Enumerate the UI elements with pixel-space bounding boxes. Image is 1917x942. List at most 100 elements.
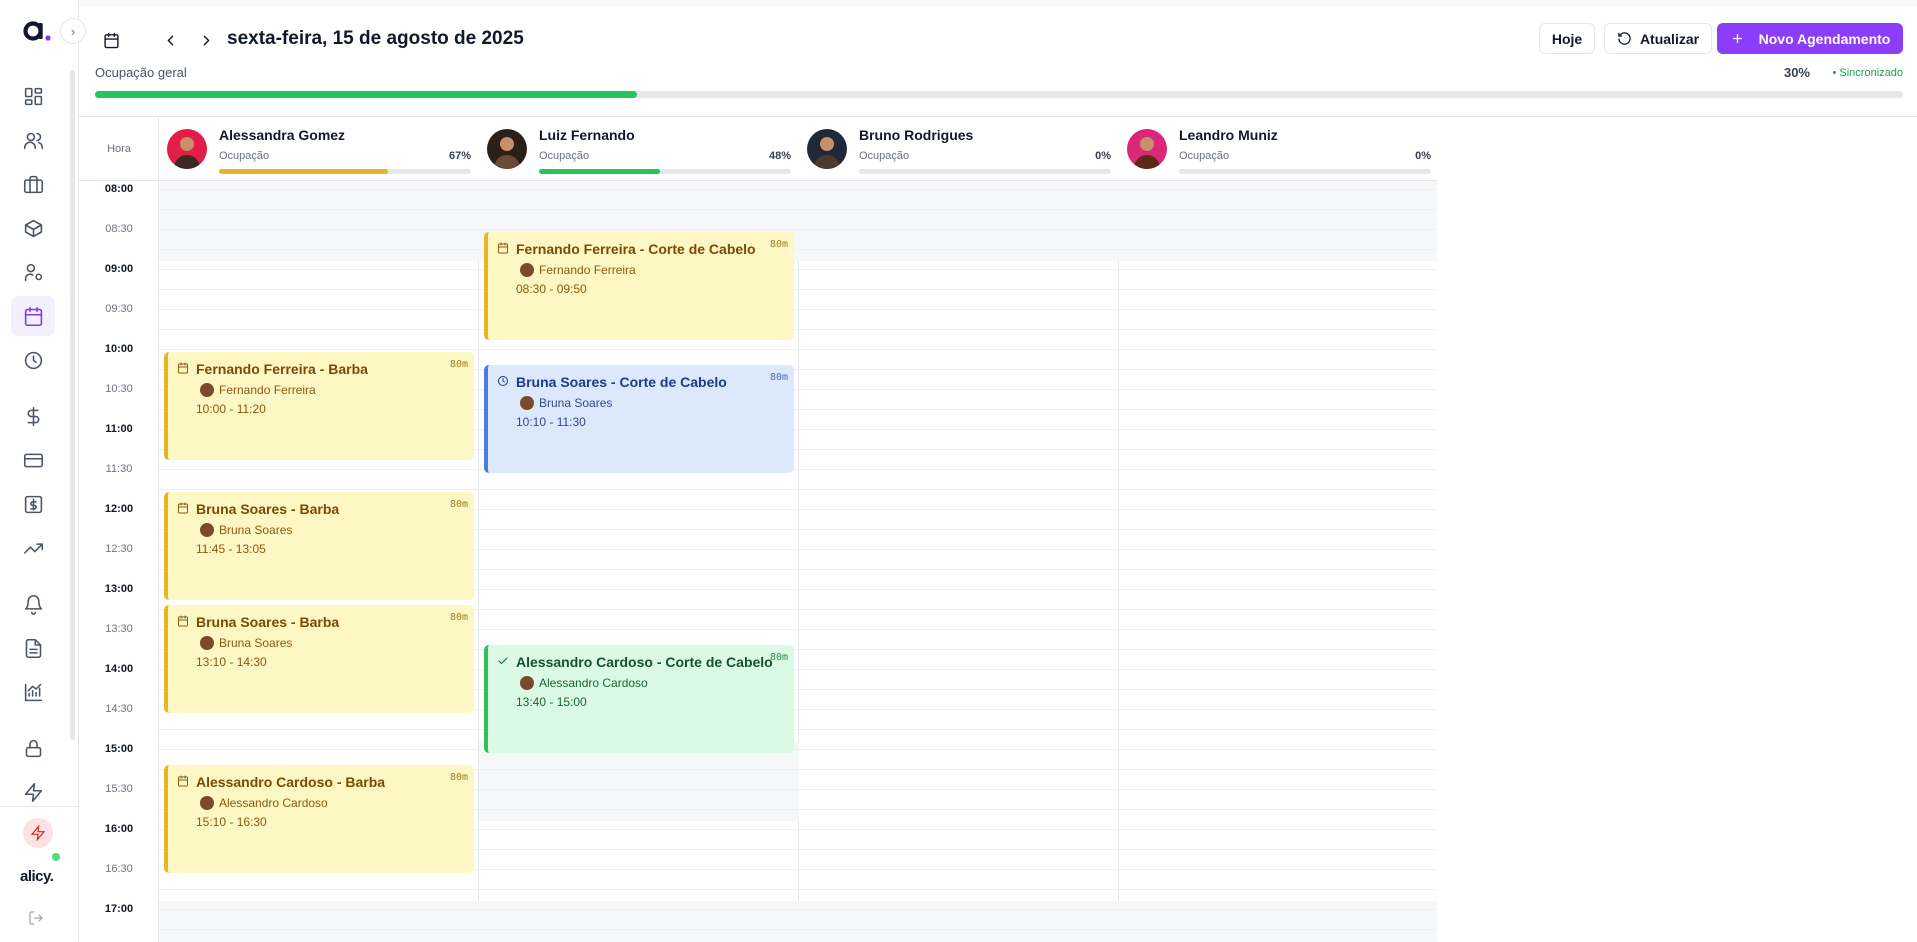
grid-line xyxy=(479,569,799,570)
next-day-chevron-right-icon[interactable] xyxy=(194,28,218,52)
dollar-icon[interactable] xyxy=(11,396,55,436)
professional-avatar xyxy=(487,129,527,169)
time-column: Hora 08:00 08:30 09:00 09:30 10:00 10:30 11:00… xyxy=(79,117,159,942)
expand-sidebar-chevron-icon[interactable]: › xyxy=(60,18,86,44)
grid-line xyxy=(799,569,1119,570)
dashboard-icon[interactable] xyxy=(11,76,55,116)
unavailable-slot xyxy=(479,901,799,942)
grid-line xyxy=(479,629,799,630)
grid-line xyxy=(799,709,1119,710)
grid-line xyxy=(1119,549,1439,550)
appointment-title: Bruna Soares - Barba xyxy=(196,501,340,517)
money-bill-icon[interactable] xyxy=(11,484,55,524)
grid-line xyxy=(799,809,1119,810)
sidebar: › alicy. xyxy=(0,0,86,941)
grid-line xyxy=(159,889,479,890)
professional-timeline[interactable]: Fernando Ferreira - Corte de Cabelo 80m … xyxy=(479,181,799,942)
bell-icon[interactable] xyxy=(11,584,55,624)
grid-line xyxy=(799,409,1119,410)
grid-line xyxy=(479,889,799,890)
grid-line xyxy=(159,209,479,210)
grid-line xyxy=(479,829,799,830)
professional-timeline[interactable] xyxy=(799,181,1119,942)
calendar-icon xyxy=(497,241,509,254)
logout-icon[interactable] xyxy=(28,910,48,930)
grid-line xyxy=(1119,289,1439,290)
grid-line xyxy=(799,669,1119,670)
grid-line xyxy=(799,269,1119,270)
appointment-duration: 80m xyxy=(769,239,788,250)
grid-line xyxy=(159,909,479,910)
lock-icon[interactable] xyxy=(11,728,55,768)
grid-line xyxy=(1119,769,1439,770)
calendar-icon xyxy=(177,361,189,374)
chart-icon[interactable] xyxy=(11,672,55,712)
document-icon[interactable] xyxy=(11,628,55,668)
new-appointment-button[interactable]: Novo Agendamento xyxy=(1717,23,1903,54)
professional-occupancy-label: Ocupação xyxy=(219,150,270,162)
appointment-client: Bruna Soares xyxy=(520,396,612,411)
appointment-card[interactable]: Alessandro Cardoso - Barba 80m Alessandr… xyxy=(164,765,474,874)
appointment-card[interactable]: Bruna Soares - Barba 80m Bruna Soares 11… xyxy=(164,492,474,600)
appointment-card[interactable]: Bruna Soares - Corte de Cabelo 80m Bruna… xyxy=(484,365,794,474)
time-label: 13:00 xyxy=(104,583,134,595)
grid-line xyxy=(1119,569,1439,570)
appointment-card[interactable]: Fernando Ferreira - Barba 80m Fernando F… xyxy=(164,352,474,460)
app-logo[interactable] xyxy=(22,16,62,46)
grid-line xyxy=(479,929,799,930)
appointment-time: 13:10 - 14:30 xyxy=(196,655,267,670)
grid-line xyxy=(1119,649,1439,650)
credit-card-icon[interactable] xyxy=(11,440,55,480)
sync-status: • Sincronizado xyxy=(1832,67,1903,79)
appointment-card[interactable]: Alessandro Cardoso - Corte de Cabelo 80m… xyxy=(484,645,794,754)
appointment-card[interactable]: Bruna Soares - Barba 80m Bruna Soares 13… xyxy=(164,605,474,714)
grid-line xyxy=(1119,309,1439,310)
grid-line xyxy=(1119,909,1439,910)
appointment-card[interactable]: Fernando Ferreira - Corte de Cabelo 80m … xyxy=(484,232,794,340)
package-icon[interactable] xyxy=(11,208,55,248)
grid-line xyxy=(799,509,1119,510)
grid-line xyxy=(479,909,799,910)
quick-action-bolt-icon[interactable] xyxy=(23,818,53,848)
calendar-icon[interactable] xyxy=(11,296,55,336)
grid-line xyxy=(1119,489,1439,490)
appointment-title: Alessandro Cardoso - Barba xyxy=(196,774,386,791)
user-cog-icon[interactable] xyxy=(11,252,55,292)
clock-icon[interactable] xyxy=(11,340,55,380)
appointment-client: Alessandro Cardoso xyxy=(520,676,648,691)
briefcase-icon[interactable] xyxy=(11,164,55,204)
prev-day-chevron-left-icon[interactable] xyxy=(158,28,182,52)
refresh-button-label: Atualizar xyxy=(1639,30,1700,47)
professional-occupancy-percent: 0% xyxy=(1095,150,1111,162)
client-avatar xyxy=(200,796,214,811)
grid-line xyxy=(159,289,479,290)
users-icon[interactable] xyxy=(11,120,55,160)
grid-line xyxy=(799,469,1119,470)
date-picker-icon[interactable] xyxy=(99,28,123,52)
professional-header: Alessandra Gomez Ocupação 67% xyxy=(159,117,479,181)
appointment-client: Fernando Ferreira xyxy=(200,383,316,397)
grid-line xyxy=(799,249,1119,250)
time-label: 08:00 xyxy=(104,183,134,195)
grid-line xyxy=(1119,609,1439,610)
grid-line xyxy=(1119,429,1439,430)
appointment-duration: 80m xyxy=(449,772,468,784)
professional-timeline[interactable]: Fernando Ferreira - Barba 80m Fernando F… xyxy=(159,181,479,942)
grid-line xyxy=(799,729,1119,730)
professional-avatar xyxy=(1127,129,1167,169)
grid-line xyxy=(1119,189,1439,190)
grid-line xyxy=(159,349,479,350)
trending-up-icon[interactable] xyxy=(11,528,55,568)
today-button-label: Hoje xyxy=(1551,30,1583,47)
grid-line xyxy=(479,769,799,770)
grid-line xyxy=(799,429,1119,430)
appointment-client: Fernando Ferreira xyxy=(520,263,636,277)
grid-line xyxy=(159,249,479,250)
grid-line xyxy=(1119,349,1439,350)
time-label: 10:00 xyxy=(104,343,134,355)
sidebar-scrollbar[interactable] xyxy=(70,70,75,740)
professional-timeline[interactable] xyxy=(1119,181,1439,942)
refresh-button[interactable]: Atualizar xyxy=(1604,23,1712,54)
unavailable-slot xyxy=(159,901,479,942)
today-button[interactable]: Hoje xyxy=(1539,23,1595,54)
